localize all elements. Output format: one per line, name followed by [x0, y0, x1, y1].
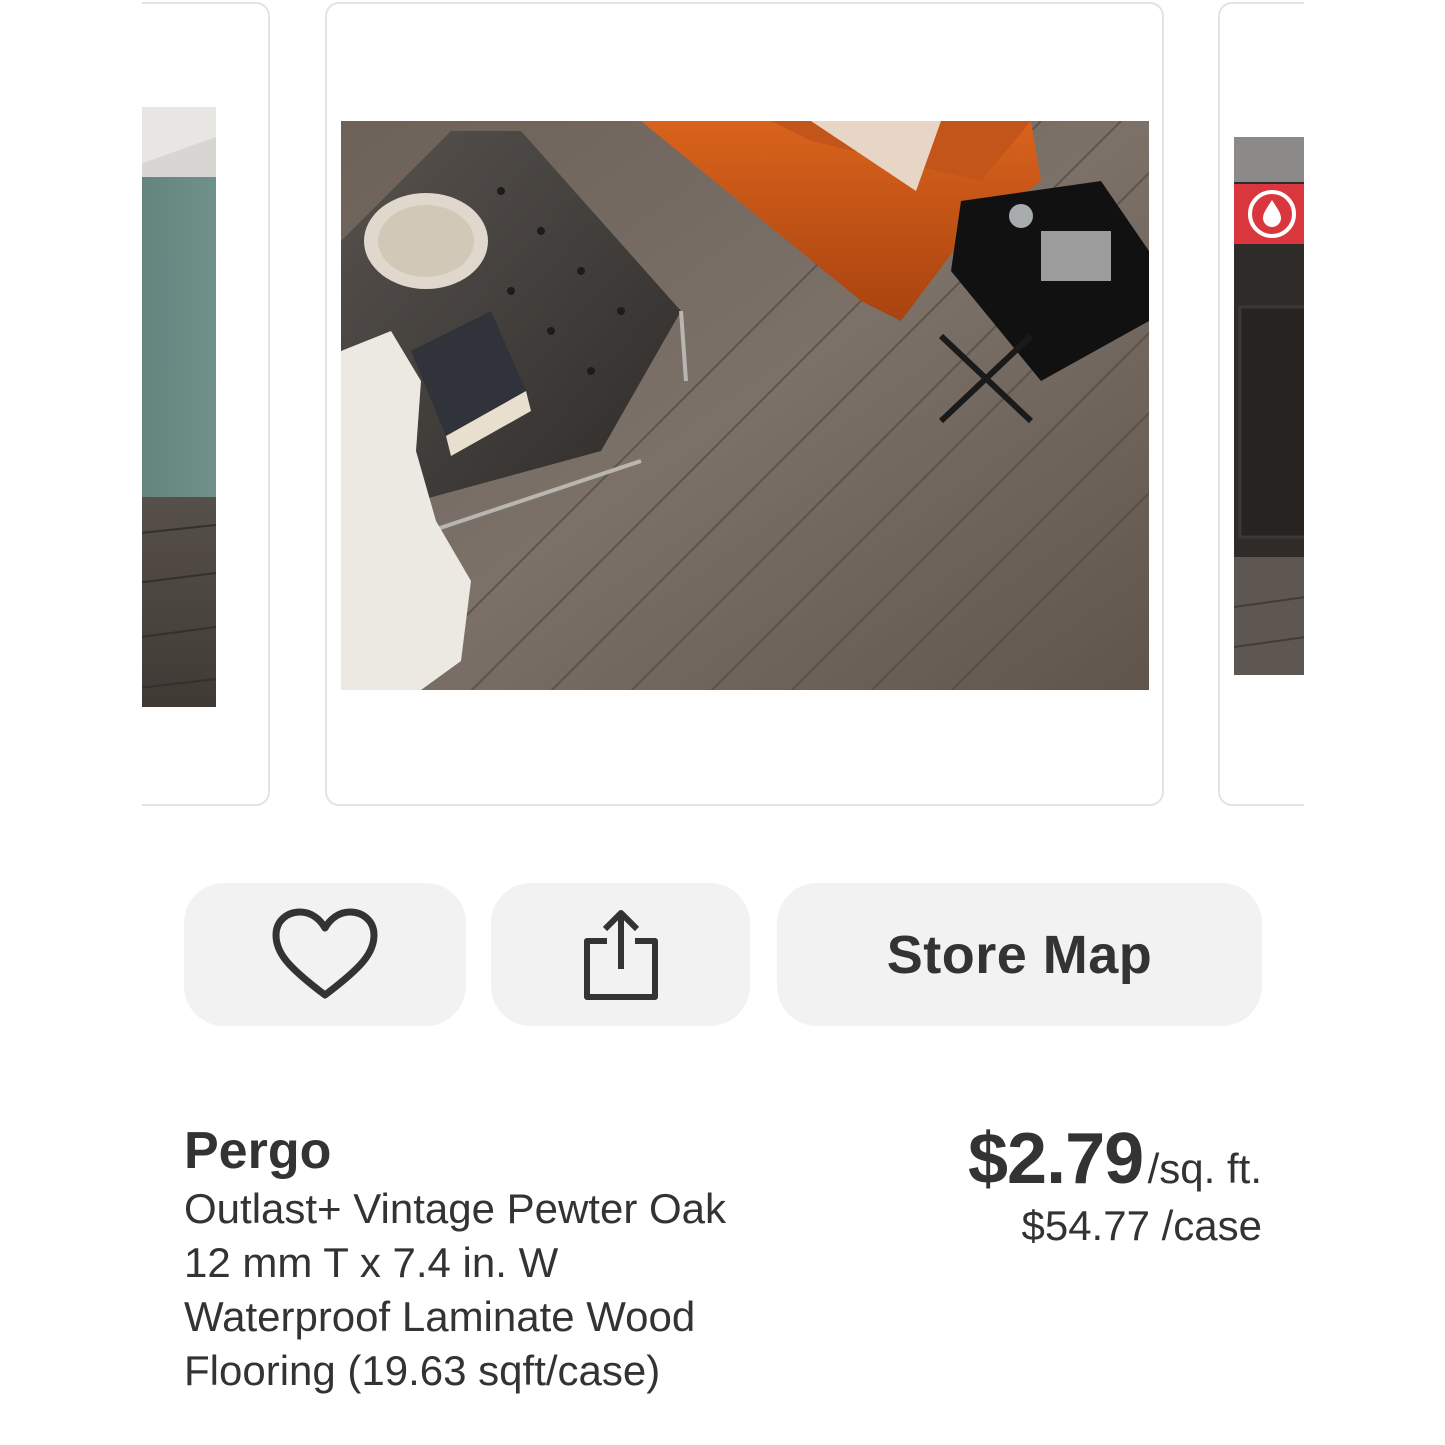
carousel-card-previous[interactable]	[142, 2, 270, 806]
description-line: Flooring (19.63 sqft/case)	[184, 1347, 661, 1394]
waterproof-badge	[1234, 184, 1304, 244]
product-action-bar: Store Map	[0, 883, 1445, 1026]
case-price: $54.77 /case	[1021, 1202, 1262, 1249]
description-line: Outlast+ Vintage Pewter Oak	[184, 1185, 727, 1232]
product-photo-next	[1234, 137, 1304, 675]
store-map-button[interactable]: Store Map	[777, 883, 1262, 1026]
water-drop-icon	[1248, 190, 1296, 238]
share-button[interactable]	[491, 883, 750, 1026]
unit-price: $2.79	[967, 1119, 1144, 1199]
share-icon	[583, 909, 658, 1000]
description-line: 12 mm T x 7.4 in. W	[184, 1239, 559, 1286]
store-map-label: Store Map	[886, 924, 1153, 985]
carousel-card-current[interactable]	[325, 2, 1164, 806]
product-photo-previous	[142, 107, 216, 707]
product-description: Outlast+ Vintage Pewter Oak 12 mm T x 7.…	[184, 1182, 824, 1398]
description-line: Waterproof Laminate Wood	[184, 1293, 696, 1340]
unit-price-label: /sq. ft.	[1147, 1145, 1262, 1192]
carousel-card-next[interactable]	[1218, 2, 1304, 806]
price-block: $2.79 /sq. ft. $54.77 /case	[968, 1118, 1262, 1250]
favorite-button[interactable]	[184, 883, 466, 1026]
product-brand: Pergo	[184, 1122, 332, 1180]
product-photo-current	[341, 121, 1149, 690]
product-image-carousel[interactable]	[142, 0, 1304, 830]
heart-icon	[272, 908, 378, 998]
